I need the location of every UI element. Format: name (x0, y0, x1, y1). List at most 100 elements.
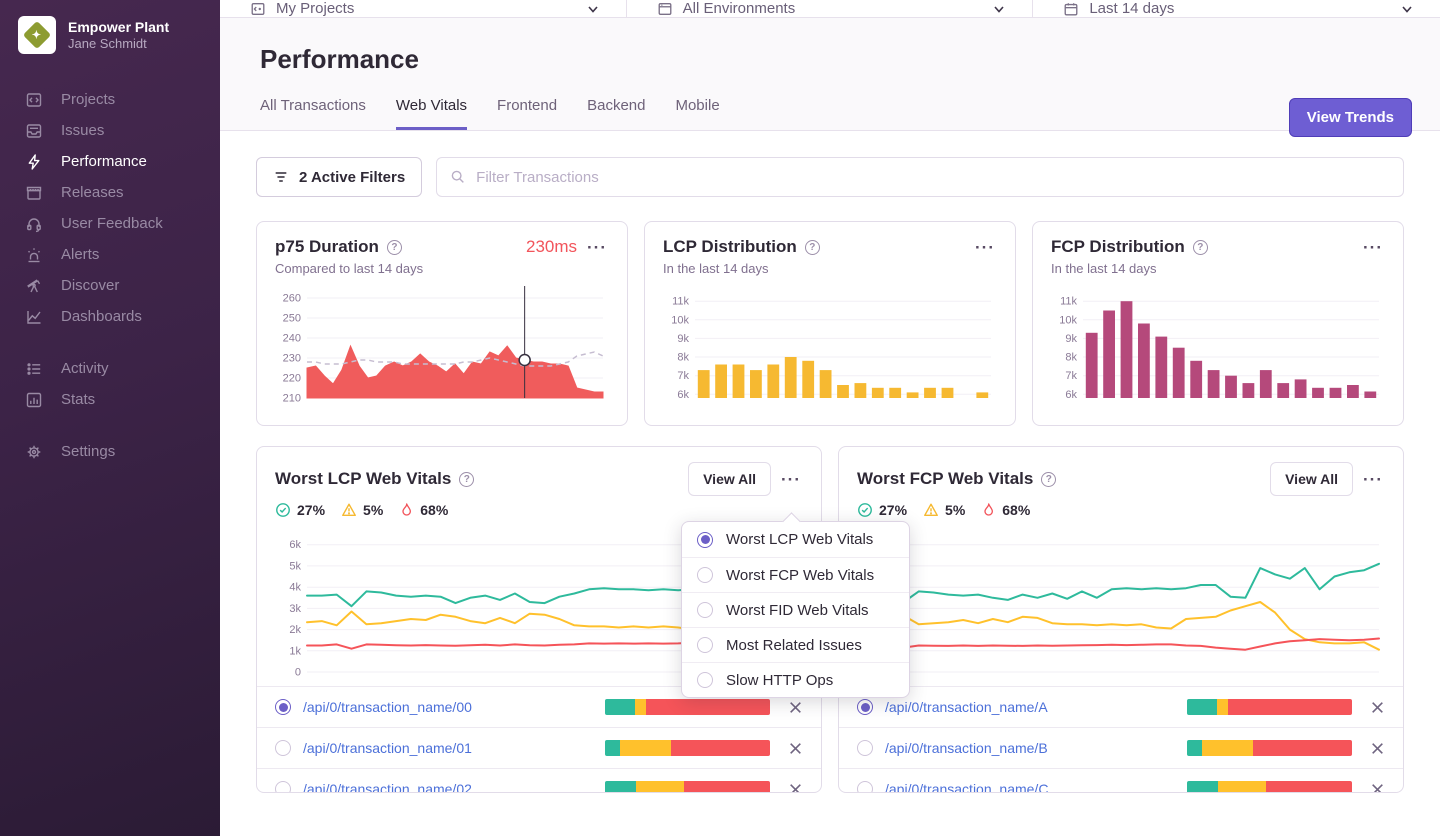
sidebar-item-user-feedback[interactable]: User Feedback (0, 208, 220, 239)
close-icon[interactable] (1370, 700, 1385, 715)
menu-item-worst-fid[interactable]: Worst FID Web Vitals (682, 592, 909, 627)
menu-radio (697, 602, 713, 618)
transaction-link[interactable]: /api/0/transaction_name/A (885, 699, 1048, 715)
menu-radio (697, 672, 713, 688)
active-filters-button[interactable]: 2 Active Filters (256, 157, 422, 197)
lcp-distribution-chart[interactable]: 6k7k8k9k10k11k (663, 284, 997, 402)
svg-text:240: 240 (283, 333, 301, 345)
sidebar-divider (0, 415, 220, 436)
lcp-distribution-card: LCP Distribution ? ··· In the last 14 da… (644, 221, 1016, 426)
menu-item-most-related-issues[interactable]: Most Related Issues (682, 627, 909, 662)
tab-web-vitals[interactable]: Web Vitals (396, 97, 467, 130)
help-icon[interactable]: ? (805, 240, 820, 255)
row-radio[interactable] (275, 740, 291, 756)
menu-item-worst-lcp[interactable]: Worst LCP Web Vitals (682, 522, 909, 557)
sidebar-item-label: Settings (61, 443, 115, 460)
sidebar-item-label: Projects (61, 91, 115, 108)
projects-filter-dropdown[interactable]: My Projects (220, 0, 627, 17)
transaction-link[interactable]: /api/0/transaction_name/C (885, 781, 1048, 793)
svg-text:1k: 1k (289, 645, 301, 657)
sidebar-item-activity[interactable]: Activity (0, 353, 220, 384)
sidebar-item-releases[interactable]: Releases (0, 177, 220, 208)
row-radio[interactable] (275, 781, 291, 793)
row-radio[interactable] (857, 699, 873, 715)
help-icon[interactable]: ? (1041, 472, 1056, 487)
close-icon[interactable] (788, 700, 803, 715)
tab-backend[interactable]: Backend (587, 97, 645, 130)
tab-mobile[interactable]: Mobile (675, 97, 719, 130)
table-row: /api/0/transaction_name/A (839, 686, 1403, 727)
p75-duration-chart[interactable]: 210220230240250260 (275, 284, 609, 402)
row-radio[interactable] (275, 699, 291, 715)
menu-item-worst-fcp[interactable]: Worst FCP Web Vitals (682, 557, 909, 592)
org-logo: ✦ (18, 16, 56, 54)
tab-all-transactions[interactable]: All Transactions (260, 97, 366, 130)
active-filters-label: 2 Active Filters (299, 169, 405, 186)
more-options-icon[interactable]: ··· (973, 239, 997, 256)
sidebar-item-label: User Feedback (61, 215, 163, 232)
help-icon[interactable]: ? (387, 240, 402, 255)
close-icon[interactable] (788, 782, 803, 794)
view-all-button[interactable]: View All (1270, 462, 1353, 496)
view-all-button[interactable]: View All (688, 462, 771, 496)
vitals-badges: 27% 5% 68% (275, 502, 803, 518)
user-name: Jane Schmidt (68, 36, 169, 51)
more-options-icon[interactable]: ··· (779, 471, 803, 488)
sidebar-item-settings[interactable]: Settings (0, 436, 220, 467)
meh-badge: 5% (341, 502, 383, 518)
more-options-icon[interactable]: ··· (1361, 471, 1385, 488)
tab-frontend[interactable]: Frontend (497, 97, 557, 130)
issues-icon (25, 122, 43, 140)
transaction-link[interactable]: /api/0/transaction_name/01 (303, 740, 472, 756)
flame-icon (399, 502, 414, 518)
transaction-filter-row: 2 Active Filters (256, 157, 1404, 197)
date-range-dropdown[interactable]: Last 14 days (1033, 0, 1440, 17)
sidebar-item-discover[interactable]: Discover (0, 270, 220, 301)
vitals-stacked-bar (605, 699, 770, 715)
vitals-stacked-bar (1187, 699, 1352, 715)
warning-triangle-icon (923, 502, 939, 518)
transaction-link[interactable]: /api/0/transaction_name/B (885, 740, 1048, 756)
transaction-link[interactable]: /api/0/transaction_name/02 (303, 781, 472, 793)
org-switcher[interactable]: ✦ Empower Plant Jane Schmidt (0, 16, 220, 54)
vitals-stacked-bar (1187, 781, 1352, 793)
headset-icon (25, 215, 43, 233)
environments-filter-label: All Environments (683, 0, 796, 17)
environments-filter-dropdown[interactable]: All Environments (627, 0, 1034, 17)
close-icon[interactable] (788, 741, 803, 756)
svg-text:6k: 6k (289, 539, 301, 551)
worst-fcp-chart[interactable]: 01k2k3k4k5k6k (857, 526, 1385, 676)
view-trends-button[interactable]: View Trends (1289, 98, 1412, 137)
help-icon[interactable]: ? (459, 472, 474, 487)
check-circle-icon (275, 502, 291, 518)
org-name: Empower Plant (68, 19, 169, 37)
more-options-icon[interactable]: ··· (585, 239, 609, 256)
vitals-type-dropdown-menu: Worst LCP Web Vitals Worst FCP Web Vital… (681, 521, 910, 698)
sidebar-item-issues[interactable]: Issues (0, 115, 220, 146)
search-input[interactable] (476, 169, 1390, 186)
more-options-icon[interactable]: ··· (1361, 239, 1385, 256)
svg-text:250: 250 (283, 313, 301, 325)
menu-item-slow-http-ops[interactable]: Slow HTTP Ops (682, 662, 909, 697)
close-icon[interactable] (1370, 782, 1385, 794)
list-icon (25, 360, 43, 378)
svg-text:10k: 10k (1059, 314, 1077, 326)
close-icon[interactable] (1370, 741, 1385, 756)
search-icon (450, 169, 466, 185)
fcp-distribution-chart[interactable]: 6k7k8k9k10k11k (1051, 284, 1385, 402)
sidebar-item-projects[interactable]: Projects (0, 84, 220, 115)
sidebar-item-alerts[interactable]: Alerts (0, 239, 220, 270)
sidebar-item-stats[interactable]: Stats (0, 384, 220, 415)
sidebar-item-dashboards[interactable]: Dashboards (0, 301, 220, 332)
card-title: FCP Distribution (1051, 237, 1185, 257)
row-radio[interactable] (857, 740, 873, 756)
tab-bar: All Transactions Web Vitals Frontend Bac… (260, 97, 1412, 130)
sidebar-item-label: Alerts (61, 246, 99, 263)
transaction-link[interactable]: /api/0/transaction_name/00 (303, 699, 472, 715)
p75-current-value: 230ms (526, 237, 577, 257)
sidebar-item-label: Activity (61, 360, 109, 377)
sidebar-item-performance[interactable]: Performance (0, 146, 220, 177)
row-radio[interactable] (857, 781, 873, 793)
help-icon[interactable]: ? (1193, 240, 1208, 255)
svg-text:11k: 11k (1060, 296, 1077, 308)
